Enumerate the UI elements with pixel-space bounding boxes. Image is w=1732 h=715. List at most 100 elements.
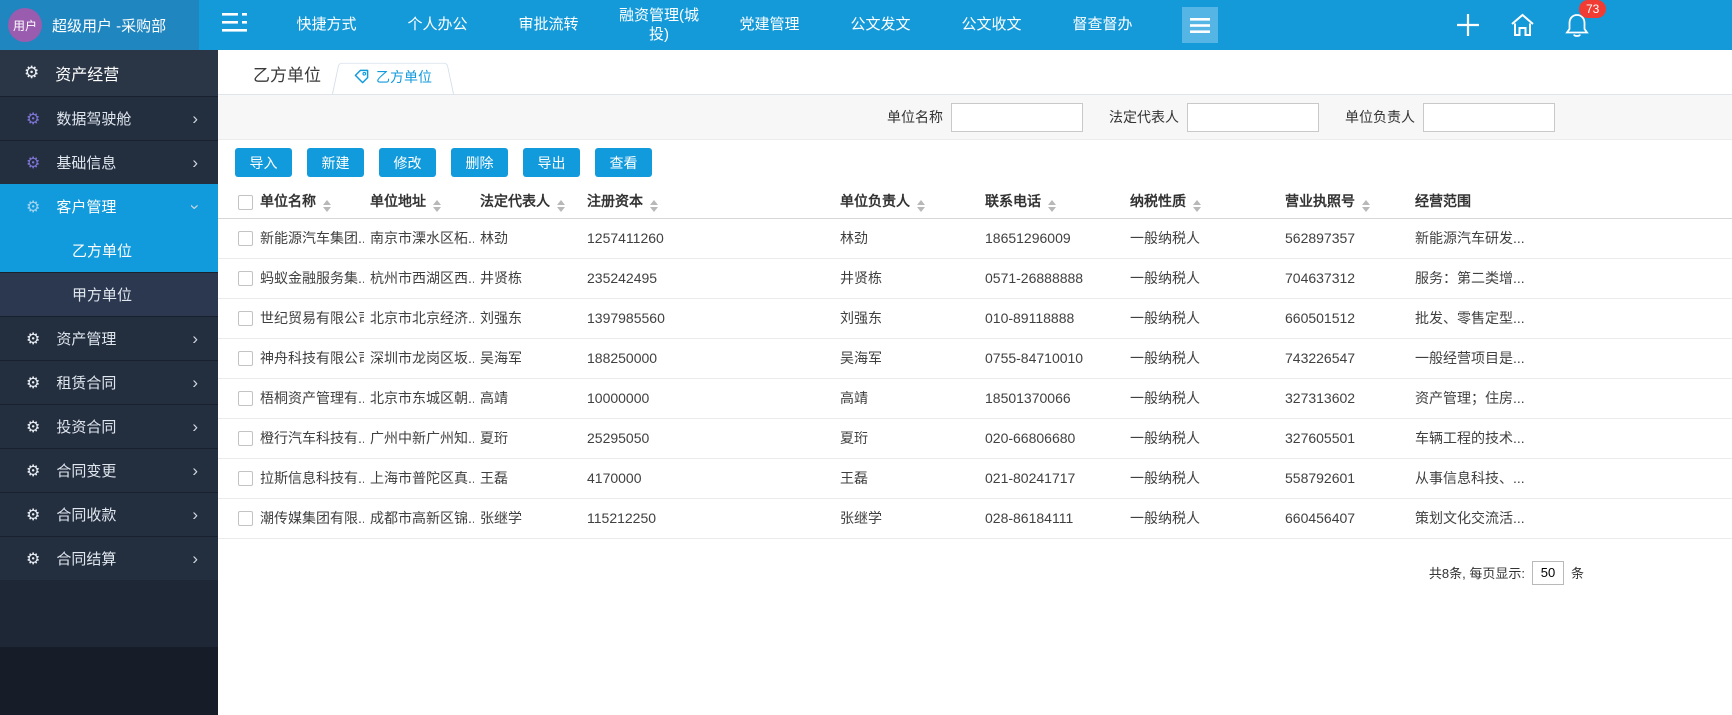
chevron-right-icon: ›: [192, 504, 198, 524]
top-menu-item-quick[interactable]: 快捷方式: [271, 15, 382, 35]
sort-icon[interactable]: [650, 199, 658, 212]
sidebar-item-contract-change[interactable]: ⚙ 合同变更 ›: [0, 448, 218, 492]
row-checkbox[interactable]: [238, 351, 253, 367]
sidebar-item-label: 基础信息: [56, 155, 117, 172]
table-row[interactable]: 蚂蚁金融服务集... 杭州市西湖区西... 井贤栋 235242495 井贤栋 …: [218, 258, 1732, 299]
unit-name-input[interactable]: [951, 102, 1083, 132]
row-checkbox[interactable]: [238, 391, 253, 407]
edit-button[interactable]: 修改: [379, 148, 436, 177]
col-tax-type[interactable]: 纳税性质: [1124, 185, 1279, 219]
cell-registered-capital: 235242495: [581, 258, 834, 299]
top-menu-item-financing[interactable]: 融资管理(城投): [613, 6, 705, 45]
search-bar: 单位名称 法定代表人 单位负责人: [218, 95, 1732, 140]
cell-registered-capital: 115212250: [581, 498, 834, 539]
sidebar-subitem-party-b[interactable]: 乙方单位: [0, 228, 218, 272]
sort-icon[interactable]: [323, 199, 331, 212]
top-menu-item-supervision[interactable]: 督查督办: [1047, 15, 1158, 35]
page-title: 乙方单位: [253, 66, 321, 85]
more-menu-icon[interactable]: [1182, 7, 1218, 43]
table-row[interactable]: 梧桐资产管理有... 北京市东城区朝... 高靖 10000000 高靖 185…: [218, 378, 1732, 419]
tag-icon: [354, 69, 369, 84]
row-checkbox[interactable]: [238, 431, 253, 447]
col-legal-rep[interactable]: 法定代表人: [474, 185, 581, 219]
view-button[interactable]: 查看: [595, 148, 652, 177]
col-unit-address[interactable]: 单位地址: [364, 185, 474, 219]
sidebar-item-contract-receipt[interactable]: ⚙ 合同收款 ›: [0, 492, 218, 536]
sidebar-subitem-party-a[interactable]: 甲方单位: [0, 272, 218, 316]
sort-icon[interactable]: [1193, 199, 1201, 212]
sort-icon[interactable]: [1048, 199, 1056, 212]
sidebar-item-customer-mgmt[interactable]: ⚙ 客户管理 ›: [0, 184, 218, 228]
col-license-no[interactable]: 营业执照号: [1279, 185, 1409, 219]
cell-unit-name: 蚂蚁金融服务集...: [254, 258, 364, 299]
legal-rep-input[interactable]: [1187, 102, 1319, 132]
chevron-right-icon: ›: [192, 108, 198, 128]
cell-tax-type: 一般纳税人: [1124, 298, 1279, 339]
col-unit-name[interactable]: 单位名称: [254, 185, 364, 219]
user-block[interactable]: 用户 超级用户 -采购部: [0, 0, 199, 50]
table-row[interactable]: 世纪贸易有限公司 北京市北京经济... 刘强东 1397985560 刘强东 0…: [218, 298, 1732, 339]
home-icon[interactable]: [1509, 12, 1536, 38]
table-row[interactable]: 神舟科技有限公司 深圳市龙岗区坂... 吴海军 188250000 吴海军 07…: [218, 338, 1732, 379]
table-row[interactable]: 潮传媒集团有限... 成都市高新区锦... 张继学 115212250 张继学 …: [218, 498, 1732, 539]
row-checkbox[interactable]: [238, 471, 253, 487]
row-checkbox[interactable]: [238, 231, 253, 247]
top-menu-item-doc-receive[interactable]: 公文收文: [936, 15, 1047, 35]
table-row[interactable]: 橙行汽车科技有... 广州中新广州知... 夏珩 25295050 夏珩 020…: [218, 418, 1732, 459]
sort-icon[interactable]: [557, 199, 565, 212]
sidebar-item-investment-contract[interactable]: ⚙ 投资合同 ›: [0, 404, 218, 448]
top-menu-item-party[interactable]: 党建管理: [714, 15, 825, 35]
unit-manager-input[interactable]: [1423, 102, 1555, 132]
gear-icon: ⚙: [26, 110, 41, 128]
top-menu-item-approval[interactable]: 审批流转: [493, 15, 604, 35]
user-name: 超级用户 -采购部: [52, 17, 167, 35]
sidebar-item-label: 合同收款: [56, 507, 117, 524]
top-menu-item-doc-send[interactable]: 公文发文: [825, 15, 936, 35]
plus-icon[interactable]: [1455, 12, 1481, 38]
col-registered-capital[interactable]: 注册资本: [581, 185, 834, 219]
chevron-right-icon: ›: [192, 416, 198, 436]
gear-icon: ⚙: [26, 154, 41, 172]
cell-license-no: 704637312: [1279, 258, 1409, 299]
cell-tax-type: 一般纳税人: [1124, 258, 1279, 299]
cell-registered-capital: 25295050: [581, 418, 834, 459]
sidebar-item-asset-mgmt[interactable]: ⚙ 资产管理 ›: [0, 316, 218, 360]
gear-icon: ⚙: [26, 330, 41, 348]
sidebar-item-label: 客户管理: [56, 199, 117, 216]
cell-unit-manager: 井贤栋: [834, 258, 979, 299]
collapse-sidebar-icon[interactable]: [221, 12, 248, 38]
table-row[interactable]: 新能源汽车集团... 南京市溧水区柘... 林劲 1257411260 林劲 1…: [218, 218, 1732, 259]
sidebar-item-label: 合同变更: [56, 463, 117, 480]
select-all-checkbox[interactable]: [238, 194, 253, 210]
tab-party-b[interactable]: 乙方单位: [332, 59, 454, 94]
chevron-down-icon: ›: [186, 203, 206, 210]
table-row[interactable]: 拉斯信息科技有... 上海市普陀区真... 王磊 4170000 王磊 021-…: [218, 458, 1732, 499]
page-size-input[interactable]: [1531, 560, 1564, 585]
import-button[interactable]: 导入: [235, 148, 292, 177]
bell-icon[interactable]: 73: [1564, 0, 1607, 39]
export-button[interactable]: 导出: [523, 148, 580, 177]
col-contact-phone[interactable]: 联系电话: [979, 185, 1124, 219]
delete-button[interactable]: 删除: [451, 148, 508, 177]
sidebar-item-label: 数据驾驶舱: [56, 111, 132, 128]
sidebar-item-basic-info[interactable]: ⚙ 基础信息 ›: [0, 140, 218, 184]
gear-icon: ⚙: [24, 63, 40, 82]
row-checkbox[interactable]: [238, 511, 253, 527]
sidebar-item-lease-contract[interactable]: ⚙ 租赁合同 ›: [0, 360, 218, 404]
cell-business-scope: 新能源汽车研发...: [1409, 218, 1732, 259]
sidebar-item-contract-settlement[interactable]: ⚙ 合同结算 ›: [0, 536, 218, 580]
cell-registered-capital: 10000000: [581, 378, 834, 419]
create-button[interactable]: 新建: [307, 148, 364, 177]
sidebar-item-data-cockpit[interactable]: ⚙ 数据驾驶舱 ›: [0, 96, 218, 140]
cell-unit-manager: 王磊: [834, 458, 979, 499]
cell-unit-address: 杭州市西湖区西...: [364, 258, 474, 299]
cell-business-scope: 服务：第二类增...: [1409, 258, 1732, 299]
sort-icon[interactable]: [917, 199, 925, 212]
cell-tax-type: 一般纳税人: [1124, 418, 1279, 459]
row-checkbox[interactable]: [238, 311, 253, 327]
sort-icon[interactable]: [433, 199, 441, 212]
row-checkbox[interactable]: [238, 271, 253, 287]
top-menu-item-personal[interactable]: 个人办公: [382, 15, 493, 35]
sort-icon[interactable]: [1362, 199, 1370, 212]
col-unit-manager[interactable]: 单位负责人: [834, 185, 979, 219]
